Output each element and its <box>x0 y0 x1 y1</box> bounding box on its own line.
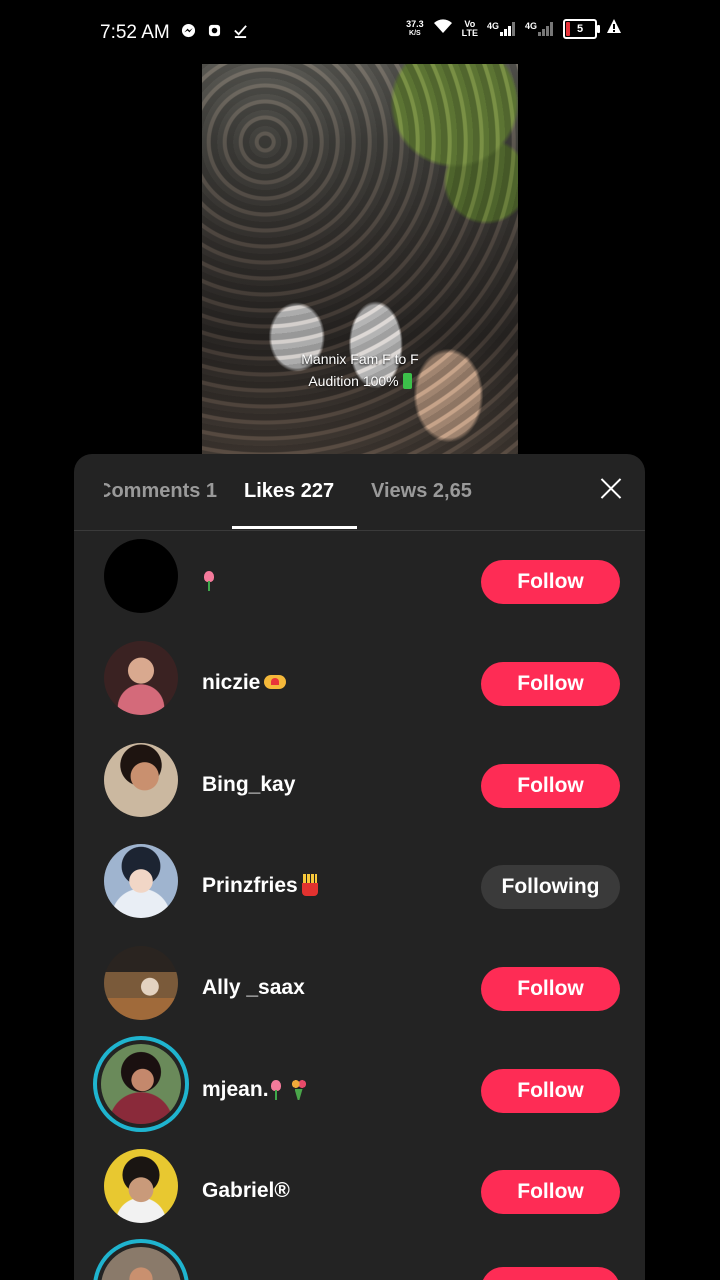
list-item[interactable]: mjean. Follow <box>74 1034 645 1136</box>
avatar[interactable] <box>104 1149 178 1223</box>
list-item[interactable]: niczie Follow <box>74 627 645 729</box>
username[interactable]: Bing_kay <box>202 773 295 797</box>
avatar[interactable] <box>104 946 178 1020</box>
bouquet-icon <box>289 1078 309 1100</box>
video-caption: Mannix Fam F to F Audition 100% <box>301 351 419 389</box>
download-done-icon <box>232 22 248 38</box>
tab-views[interactable]: Views 2,65 <box>371 480 487 503</box>
fries-icon <box>301 874 319 896</box>
avatar[interactable] <box>104 844 178 918</box>
username[interactable] <box>202 569 216 593</box>
follow-button[interactable]: Follow <box>481 764 620 808</box>
alert-icon <box>606 18 622 39</box>
volte-indicator: Vo LTE <box>461 18 478 38</box>
battery-emoji-icon <box>402 373 412 389</box>
battery-icon: 5 <box>563 18 600 39</box>
clock: 7:52 AM <box>100 22 170 43</box>
list-item[interactable] <box>74 1237 645 1280</box>
follow-button[interactable]: Follow <box>481 967 620 1011</box>
signal-sim2-icon: 4G <box>525 21 554 36</box>
follow-button[interactable]: Follow <box>481 560 620 604</box>
avatar[interactable] <box>104 743 178 817</box>
list-item[interactable]: Bing_kay Follow <box>74 729 645 831</box>
app-notification-icon <box>206 22 222 38</box>
avatar[interactable] <box>104 641 178 715</box>
username[interactable]: Gabriel® <box>202 1179 290 1203</box>
tab-comments[interactable]: Comments 1 <box>104 480 254 503</box>
list-item[interactable]: Follow <box>74 525 645 627</box>
close-icon[interactable] <box>599 476 623 500</box>
network-speed: 37.3 K/S <box>406 18 424 37</box>
signal-sim1-icon: 4G <box>487 21 516 36</box>
follow-button[interactable]: Follow <box>481 1170 620 1214</box>
heart-hands-icon <box>264 675 287 689</box>
avatar[interactable] <box>101 1044 181 1124</box>
status-bar: 7:52 AM 37.3 K/S Vo LTE 4G 4G 5 <box>0 0 720 64</box>
wifi-icon <box>433 18 453 39</box>
tulip-icon <box>269 1080 283 1100</box>
list-item[interactable]: Prinzfries Following <box>74 830 645 932</box>
username[interactable]: mjean. <box>202 1078 309 1102</box>
username[interactable]: niczie <box>202 671 287 695</box>
avatar[interactable] <box>104 539 178 613</box>
likes-sheet: Comments 1 Likes 227 Views 2,65 Follow n… <box>74 454 645 1280</box>
list-item[interactable]: Ally _saax Follow <box>74 932 645 1034</box>
follow-button[interactable]: Follow <box>481 1069 620 1113</box>
avatar[interactable] <box>101 1247 181 1280</box>
tab-likes[interactable]: Likes 227 <box>244 480 334 503</box>
username[interactable]: Ally _saax <box>202 976 305 1000</box>
list-item[interactable]: Gabriel® Follow <box>74 1135 645 1237</box>
username[interactable]: Prinzfries <box>202 874 319 898</box>
following-button[interactable]: Following <box>481 865 620 909</box>
messenger-icon <box>180 22 196 38</box>
video-preview[interactable]: Mannix Fam F to F Audition 100% <box>202 64 518 454</box>
follow-button[interactable]: Follow <box>481 662 620 706</box>
follow-button[interactable] <box>481 1267 620 1280</box>
tulip-icon <box>202 571 216 591</box>
tab-bar: Comments 1 Likes 227 Views 2,65 <box>74 454 645 531</box>
